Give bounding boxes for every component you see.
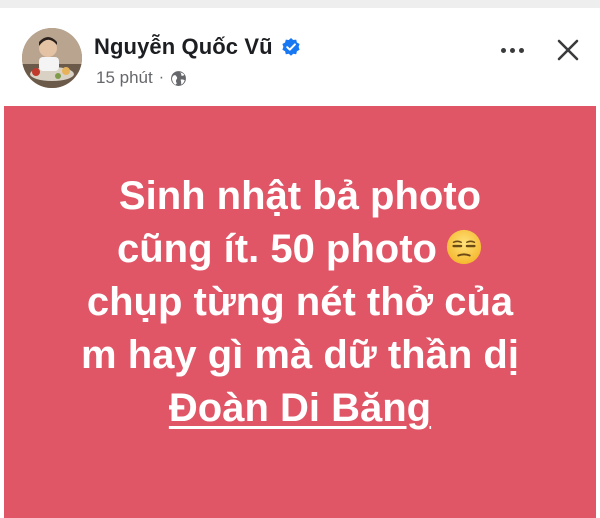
more-horizontal-icon <box>500 47 506 53</box>
post-card: Nguyễn Quốc Vũ 15 phút · Sinh nhật bả ph… <box>0 0 600 518</box>
more-dot <box>509 47 515 53</box>
avatar[interactable] <box>22 28 82 88</box>
post-meta: 15 phút · <box>96 68 187 88</box>
author-row: Nguyễn Quốc Vũ <box>94 34 301 60</box>
author-name[interactable]: Nguyễn Quốc Vũ <box>94 34 273 60</box>
close-icon[interactable] <box>552 34 584 66</box>
post-text-line: chụp từng nét thở của <box>86 280 514 324</box>
mention-link[interactable]: Đoàn Di Băng <box>169 386 431 430</box>
verified-badge-icon <box>282 38 300 56</box>
avatar-photo <box>22 28 82 88</box>
more-options-button[interactable] <box>492 36 532 64</box>
globe-icon <box>171 70 186 86</box>
post-text-line: cũng ít. 50 photo <box>117 227 437 271</box>
post-text-line-with-emoji: cũng ít. 50 photo <box>4 223 596 276</box>
top-divider <box>0 0 600 8</box>
post-header: Nguyễn Quốc Vũ 15 phút · <box>0 8 600 106</box>
post-text-line: m hay gì mà dữ thần dị <box>81 333 519 377</box>
more-dot <box>518 47 524 53</box>
unamused-face-emoji-icon <box>446 229 482 265</box>
mention-line: Đoàn Di Băng <box>4 382 596 435</box>
post-text: Sinh nhật bả photo cũng ít. 50 photo chụ… <box>4 170 596 435</box>
meta-separator: · <box>158 69 165 86</box>
post-text-line: Sinh nhật bả photo <box>118 174 482 218</box>
timestamp[interactable]: 15 phút <box>96 68 153 88</box>
